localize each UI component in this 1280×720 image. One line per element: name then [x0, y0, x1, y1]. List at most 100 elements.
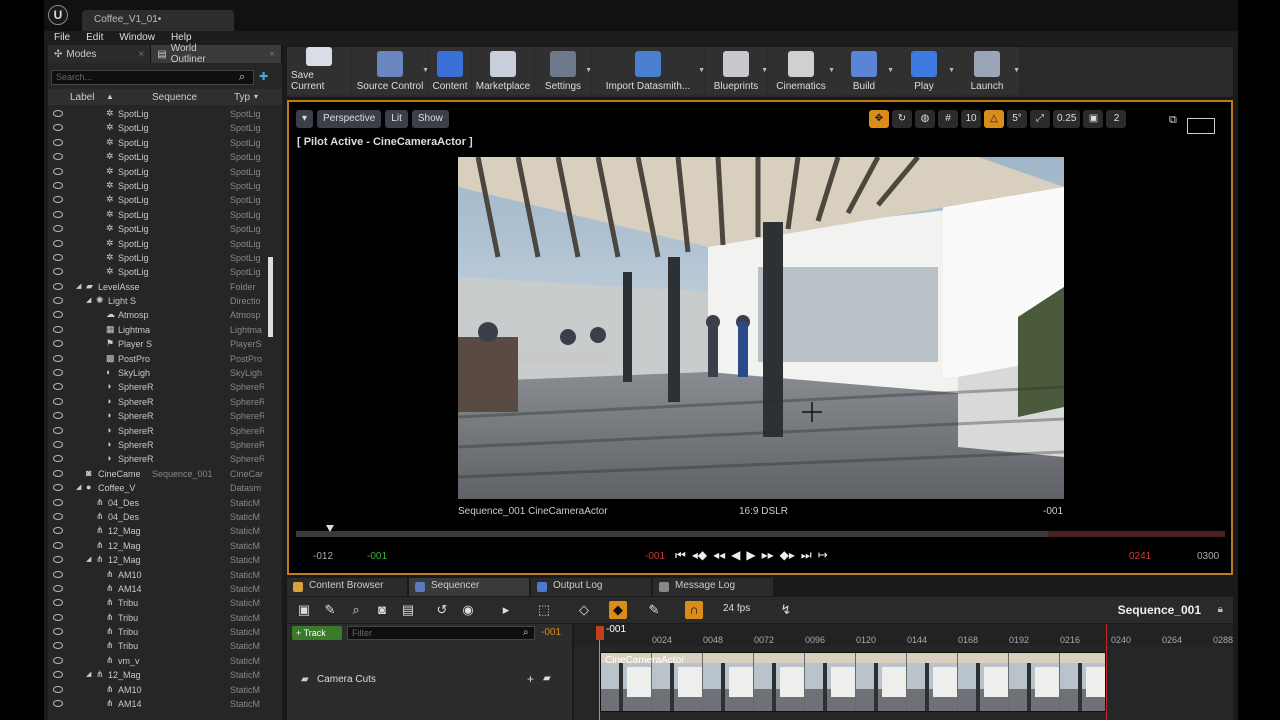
- outliner-row[interactable]: ◙ CineCame Sequence_001 CineCar: [48, 467, 282, 481]
- outliner-row[interactable]: ✲ SpotLig SpotLig: [48, 179, 282, 193]
- outliner-row[interactable]: ◢ ⋔ 12_Mag StaticM: [48, 553, 282, 567]
- visibility-eye-icon[interactable]: [53, 181, 63, 189]
- outliner-row[interactable]: ✲ SpotLig SpotLig: [48, 165, 282, 179]
- visibility-eye-icon[interactable]: [53, 397, 63, 405]
- column-label[interactable]: Label: [70, 92, 94, 103]
- visibility-eye-icon[interactable]: [53, 311, 63, 319]
- visibility-eye-icon[interactable]: [53, 124, 63, 132]
- outliner-search-input[interactable]: Search...: [51, 70, 254, 85]
- unreal-logo-icon[interactable]: U: [48, 5, 68, 25]
- loop-icon[interactable]: ↦: [818, 548, 828, 563]
- visibility-eye-icon[interactable]: [53, 642, 63, 650]
- visibility-eye-icon[interactable]: [53, 196, 63, 204]
- playhead[interactable]: [596, 626, 604, 640]
- scale-snap-value[interactable]: 0.25: [1053, 110, 1081, 128]
- menu-file[interactable]: File: [54, 31, 70, 45]
- visibility-eye-icon[interactable]: [53, 297, 63, 305]
- dropdown-icon[interactable]: ▼: [1013, 67, 1020, 74]
- grid-size-value[interactable]: 10: [961, 110, 981, 128]
- outliner-row[interactable]: ▦ Lightma Lightma: [48, 323, 282, 337]
- expand-arrow-icon[interactable]: ◢: [86, 296, 95, 305]
- outliner-row[interactable]: ⋔ AM14 StaticM: [48, 697, 282, 711]
- visibility-eye-icon[interactable]: [53, 268, 63, 276]
- rotate-tool-icon[interactable]: ↻: [892, 110, 912, 128]
- outliner-row[interactable]: ◑ SphereR SphereR: [48, 395, 282, 409]
- outliner-row[interactable]: ✲ SpotLig SpotLig: [48, 107, 282, 121]
- visibility-eye-icon[interactable]: [53, 239, 63, 247]
- jump-to-start-icon[interactable]: ⏮: [675, 548, 686, 563]
- outliner-row[interactable]: ☁ Atmosp Atmosp: [48, 308, 282, 322]
- outliner-row[interactable]: ⋔ 12_Mag StaticM: [48, 539, 282, 553]
- visibility-eye-icon[interactable]: [53, 253, 63, 261]
- current-frame-label[interactable]: -001: [645, 551, 665, 562]
- visibility-eye-icon[interactable]: [53, 556, 63, 564]
- visibility-eye-icon[interactable]: [53, 628, 63, 636]
- range-start-label[interactable]: -012: [313, 551, 333, 562]
- add-shot-icon[interactable]: +: [527, 672, 534, 686]
- outliner-scrollbar[interactable]: [268, 257, 273, 337]
- viewport-options-button[interactable]: ▾: [296, 110, 314, 128]
- outliner-row[interactable]: ✲ SpotLig SpotLig: [48, 193, 282, 207]
- tab-message-log[interactable]: Message Log: [653, 578, 773, 596]
- render-movie-icon[interactable]: ▤: [399, 601, 417, 619]
- outliner-row[interactable]: ⋔ Tribu StaticM: [48, 596, 282, 610]
- outliner-row[interactable]: ⋔ AM14 StaticM: [48, 582, 282, 596]
- expand-arrow-icon[interactable]: ◢: [76, 282, 85, 291]
- menu-window[interactable]: Window: [119, 31, 155, 45]
- visibility-eye-icon[interactable]: [53, 426, 63, 434]
- outliner-row[interactable]: ✲ SpotLig SpotLig: [48, 150, 282, 164]
- outliner-row[interactable]: ⋔ Tribu StaticM: [48, 625, 282, 639]
- outliner-row[interactable]: ◑ SphereR SphereR: [48, 380, 282, 394]
- level-viewport[interactable]: ▾ Perspective Lit Show [ Pilot Active - …: [287, 100, 1233, 575]
- outliner-row[interactable]: ⋔ 12_Mag StaticM: [48, 524, 282, 538]
- outliner-row[interactable]: ⋔ 04_Des StaticM: [48, 510, 282, 524]
- visibility-eye-icon[interactable]: [53, 138, 63, 146]
- step-back-icon[interactable]: ◂◂: [713, 548, 725, 563]
- dropdown-icon[interactable]: ▼: [948, 67, 955, 74]
- close-tab-icon[interactable]: ×: [269, 49, 275, 60]
- curve-editor-icon[interactable]: ↯: [777, 601, 795, 619]
- outliner-row[interactable]: ◢ ● Coffee_V Datasm: [48, 481, 282, 495]
- timeline-ruler[interactable]: 0024 0048 0072 0096 0120 0144 0168 0192 0216 0240…: [574, 624, 1233, 646]
- visibility-eye-icon[interactable]: [53, 512, 63, 520]
- tab-output-log[interactable]: Output Log: [531, 578, 651, 596]
- maximize-viewport-icon[interactable]: ⧉: [1169, 114, 1177, 127]
- visibility-eye-icon[interactable]: [53, 656, 63, 664]
- scale-snap-icon[interactable]: ⤢: [1030, 110, 1050, 128]
- blueprints-button[interactable]: Blueprints ▼: [705, 47, 768, 95]
- grid-snap-icon[interactable]: #: [938, 110, 958, 128]
- visibility-eye-icon[interactable]: [53, 110, 63, 117]
- import-datasmith-button[interactable]: Import Datasmith... ▼: [592, 47, 705, 95]
- visibility-eye-icon[interactable]: [53, 498, 63, 506]
- visibility-eye-icon[interactable]: [53, 167, 63, 175]
- lock-icon[interactable]: 🔒︎: [1218, 604, 1223, 615]
- layout-icon[interactable]: [1187, 118, 1215, 134]
- camera-speed-value[interactable]: 2: [1106, 110, 1127, 128]
- snap-magnet-icon[interactable]: ∩: [685, 601, 703, 619]
- outliner-row[interactable]: ⋔ Tribu StaticM: [48, 639, 282, 653]
- visibility-eye-icon[interactable]: [53, 340, 63, 348]
- save-button[interactable]: Save Current: [287, 47, 351, 95]
- visibility-eye-icon[interactable]: [53, 325, 63, 333]
- visibility-eye-icon[interactable]: [53, 685, 63, 693]
- expand-arrow-icon[interactable]: ◢: [86, 670, 95, 679]
- visibility-eye-icon[interactable]: [53, 354, 63, 362]
- outliner-row[interactable]: ◑ SphereR SphereR: [48, 409, 282, 423]
- edit-mode-icon[interactable]: ✎: [645, 601, 663, 619]
- playback-options-icon[interactable]: ▸: [497, 601, 515, 619]
- dropdown-icon[interactable]: ▼: [698, 67, 705, 74]
- visibility-eye-icon[interactable]: [53, 455, 63, 463]
- world-space-icon[interactable]: ◍: [915, 110, 935, 128]
- rotation-snap-icon[interactable]: △: [984, 110, 1004, 128]
- outliner-row[interactable]: ◢ ⋔ 12_Mag StaticM: [48, 668, 282, 682]
- menu-edit[interactable]: Edit: [86, 31, 103, 45]
- play-reverse-icon[interactable]: ◀: [731, 548, 740, 563]
- translate-tool-icon[interactable]: ✥: [869, 110, 889, 128]
- outliner-row[interactable]: ◐ SkyLigh SkyLigh: [48, 366, 282, 380]
- add-folder-icon[interactable]: ✚: [259, 71, 273, 83]
- selection-icon[interactable]: ⬚: [535, 601, 553, 619]
- key-icon[interactable]: ◇: [575, 601, 593, 619]
- tab-modes[interactable]: ✣ Modes ×: [48, 45, 152, 63]
- outliner-row[interactable]: ✲ SpotLig SpotLig: [48, 251, 282, 265]
- visibility-eye-icon[interactable]: [53, 541, 63, 549]
